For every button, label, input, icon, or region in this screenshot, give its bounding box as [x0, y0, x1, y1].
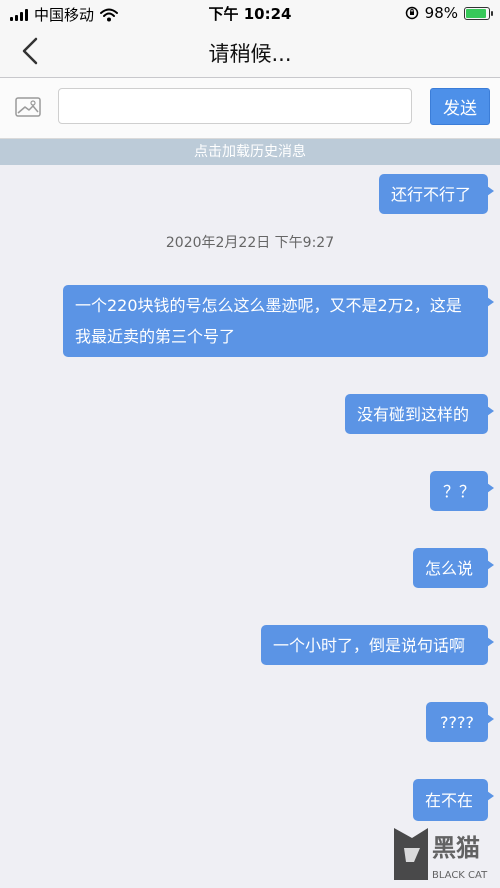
message-text: 还行不行了: [391, 184, 472, 204]
status-bar: 中国移动 下午 10:24 98%: [0, 0, 500, 26]
load-history-button[interactable]: 点击加载历史消息: [0, 139, 500, 165]
image-picker-button[interactable]: [14, 95, 42, 119]
input-bar: 发送: [0, 78, 500, 139]
message-input[interactable]: [58, 88, 412, 124]
battery-icon: [464, 6, 493, 20]
message-text: 怎么说: [425, 558, 474, 578]
message-bubble-2[interactable]: 一个220块钱的号怎么这么墨迹呢，又不是2万2，这是我最近卖的第三个号了: [63, 285, 494, 357]
page-title: 请稍候...: [208, 42, 292, 66]
message-text: ？？: [442, 481, 475, 501]
message-text: 一个220块钱的号怎么这么墨迹呢，又不是2万2，这是我最近卖的第三个号了: [75, 296, 462, 346]
message-bubble-7[interactable]: ????: [426, 702, 494, 742]
svg-text:BLACK CAT: BLACK CAT: [432, 870, 488, 881]
message-bubble-8[interactable]: 在不在: [413, 779, 494, 821]
message-bubble-4[interactable]: ？？: [430, 471, 494, 511]
message-text: ????: [440, 712, 474, 732]
svg-text:黑猫: 黑猫: [432, 834, 480, 862]
message-text: 在不在: [425, 790, 474, 810]
message-bubble-6[interactable]: 一个小时了，倒是说句话啊: [261, 625, 494, 665]
battery-level: [466, 8, 486, 18]
message-text: 没有碰到这样的: [357, 404, 470, 424]
message-bubble-5[interactable]: 怎么说: [413, 548, 494, 588]
chat-screen: 中国移动 下午 10:24 98% 请稍候... 发送 点击加载历史消息 还行不…: [0, 0, 500, 888]
message-bubble-1[interactable]: 还行不行了: [379, 174, 494, 214]
battery-percent: 98%: [424, 4, 458, 22]
nav-bar: 请稍候...: [0, 26, 500, 78]
black-cat-watermark-logo: 黑猫 BLACK CAT: [394, 828, 488, 881]
orientation-lock-icon: [405, 6, 418, 20]
status-right: 98%: [405, 4, 493, 22]
message-bubble-3[interactable]: 没有碰到这样的: [345, 394, 494, 434]
send-button[interactable]: 发送: [430, 88, 490, 125]
message-timestamp: 2020年2月22日 下午9:27: [165, 235, 335, 251]
image-icon: [15, 97, 41, 117]
message-text: 一个小时了，倒是说句话啊: [273, 635, 466, 655]
